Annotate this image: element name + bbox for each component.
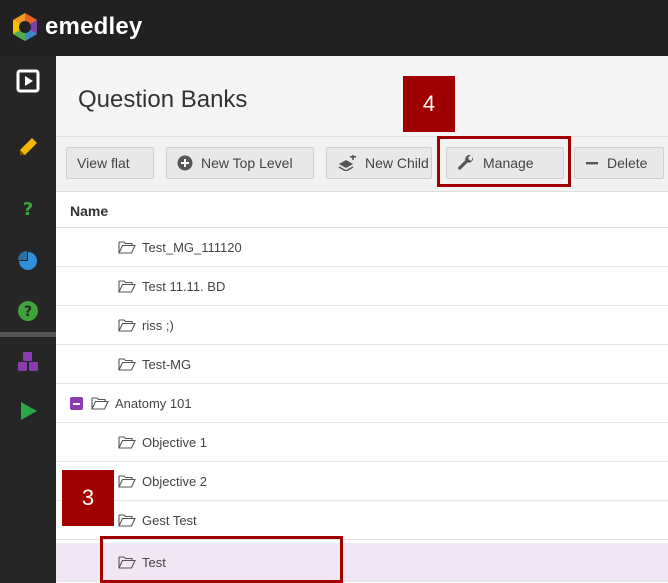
page-title: Question Banks <box>78 86 248 113</box>
new-child-label: New Child <box>365 155 429 171</box>
page-header: Question Banks <box>56 56 668 136</box>
row-label: riss ;) <box>142 317 174 333</box>
step-4-callout: 4 <box>403 76 455 132</box>
cubes-icon[interactable] <box>0 344 56 380</box>
tree-row[interactable]: Gest Test <box>56 501 668 540</box>
toolbar: View flat New Top Level New Child Manage… <box>56 136 668 192</box>
folder-open-icon <box>118 358 136 371</box>
folder-open-icon <box>118 514 136 527</box>
tree-row[interactable]: Objective 1 <box>56 423 668 462</box>
tree-row-parent[interactable]: Anatomy 101 <box>56 384 668 423</box>
plus-circle-icon <box>177 155 193 171</box>
manage-highlight <box>437 136 571 187</box>
folder-open-icon <box>118 280 136 293</box>
main-content: Question Banks View flat New Top Level N… <box>56 56 668 583</box>
folder-open-icon <box>118 241 136 254</box>
tree-row[interactable]: riss ;) <box>56 306 668 345</box>
row-label: Test_MG_111120 <box>142 239 242 255</box>
app-name: emedley <box>45 13 143 40</box>
help-circle-icon[interactable]: ? <box>0 294 56 328</box>
play-triangle-icon[interactable] <box>0 394 56 428</box>
svg-text:?: ? <box>24 304 32 320</box>
app-logo[interactable]: emedley <box>10 12 142 42</box>
tree-row[interactable]: Test 11.11. BD <box>56 267 668 306</box>
folder-open-icon <box>118 436 136 449</box>
column-name[interactable]: Name <box>70 203 108 219</box>
view-flat-button[interactable]: View flat <box>66 147 154 179</box>
top-bar: emedley <box>0 0 668 56</box>
sidebar-divider <box>0 332 56 337</box>
pie-chart-icon[interactable] <box>0 244 56 278</box>
play-box-icon[interactable] <box>0 64 56 98</box>
emedley-logo-icon <box>13 13 37 41</box>
tree-row[interactable]: Test_MG_111120 <box>56 228 668 267</box>
delete-label: Delete <box>607 155 648 171</box>
tree-row[interactable]: Test-MG <box>56 345 668 384</box>
row-label: Objective 1 <box>142 434 208 450</box>
new-top-level-label: New Top Level <box>201 155 293 171</box>
pencil-icon[interactable] <box>0 130 56 164</box>
folder-open-icon <box>118 319 136 332</box>
row-label: Anatomy 101 <box>115 395 192 411</box>
delete-button[interactable]: Delete <box>574 147 664 179</box>
view-flat-label: View flat <box>77 155 130 171</box>
minus-icon <box>586 162 598 165</box>
test-row-highlight <box>100 536 343 583</box>
collapse-toggle-icon[interactable] <box>70 396 83 410</box>
folder-open-icon <box>91 397 109 410</box>
sidebar: ? ? <box>0 56 56 583</box>
new-child-button[interactable]: New Child <box>326 147 432 179</box>
layers-plus-icon <box>338 155 356 171</box>
folder-open-icon <box>118 475 136 488</box>
table-header: Name <box>56 192 668 228</box>
row-label: Test-MG <box>142 356 192 372</box>
row-label: Objective 2 <box>142 473 208 489</box>
row-label: Gest Test <box>142 512 197 528</box>
step-3-number: 3 <box>81 485 95 510</box>
step-4-number: 4 <box>422 91 436 116</box>
row-label: Test 11.11. BD <box>142 278 226 294</box>
step-3-callout: 3 <box>62 470 114 526</box>
tree-row[interactable]: Objective 2 <box>56 462 668 501</box>
new-top-level-button[interactable]: New Top Level <box>166 147 314 179</box>
question-mark-icon[interactable]: ? <box>0 192 56 226</box>
